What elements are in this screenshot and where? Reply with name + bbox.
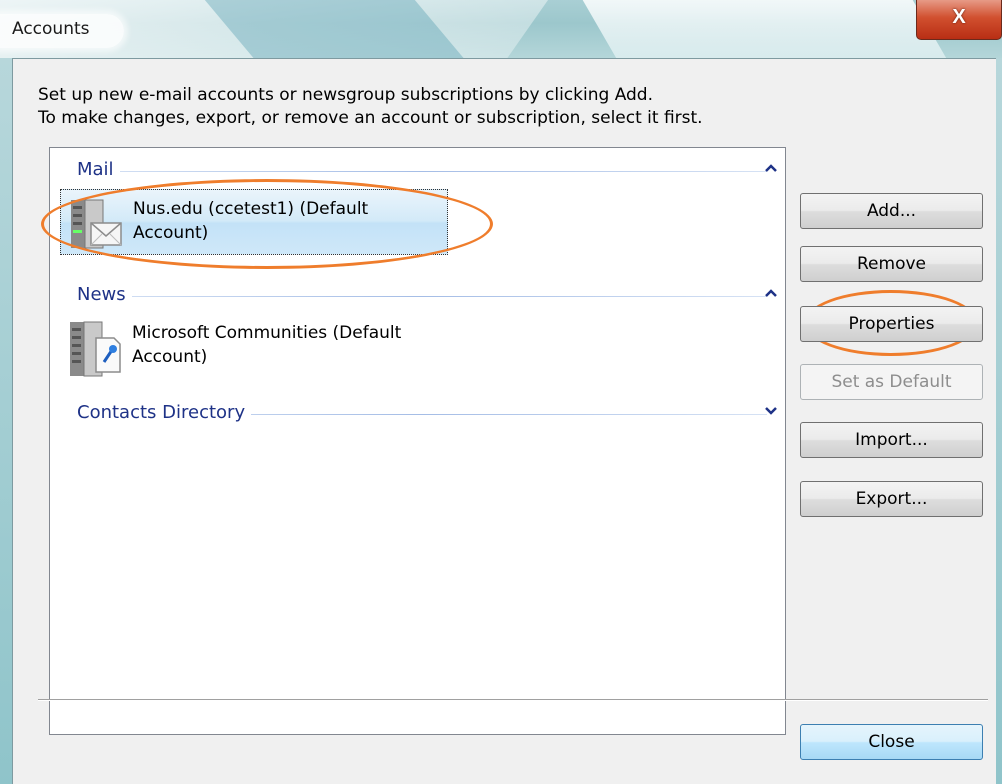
instruction-line-2: To make changes, export, or remove an ac… [38,108,703,128]
account-label-news: Microsoft Communities (Default Account) [132,323,402,367]
accounts-list[interactable]: Mail Nus.edu (ccetest1) (Default Account… [49,147,786,735]
mail-server-icon [65,196,125,254]
set-default-button[interactable]: Set as Default [800,364,983,400]
close-icon: X [952,6,966,28]
group-divider [77,296,767,297]
group-divider [77,171,767,172]
properties-button[interactable]: Properties [800,306,983,342]
remove-button[interactable]: Remove [800,246,983,282]
account-label-mail: Nus.edu (ccetest1) (Default Account) [133,199,369,243]
footer-separator [38,699,988,701]
glass-reflection [576,0,954,58]
close-button[interactable]: Close [800,724,983,760]
add-button[interactable]: Add... [800,193,983,229]
account-item-news[interactable]: Microsoft Communities (Default Account) [60,314,448,380]
window-title: Accounts [12,19,90,39]
dialog-body: Set up new e-mail accounts or newsgroup … [12,58,996,784]
group-header-mail[interactable]: Mail [77,159,777,183]
expand-chevron-icon[interactable] [761,402,781,422]
collapse-chevron-icon[interactable] [761,284,781,304]
window-close-button[interactable]: X [916,0,1002,40]
group-header-contacts[interactable]: Contacts Directory [77,402,777,426]
collapse-chevron-icon[interactable] [761,159,781,179]
news-server-icon [64,320,124,378]
group-label-mail: Mail [77,159,120,180]
account-item-mail[interactable]: Nus.edu (ccetest1) (Default Account) [60,189,448,255]
window-frame-left [0,58,12,784]
title-bar[interactable]: Accounts X [0,0,1002,58]
instruction-line-1: Set up new e-mail accounts or newsgroup … [38,85,654,105]
window-frame-right [996,58,1002,784]
export-button[interactable]: Export... [800,481,983,517]
group-label-news: News [77,284,132,305]
group-header-news[interactable]: News [77,284,777,308]
group-label-contacts: Contacts Directory [77,402,252,423]
import-button[interactable]: Import... [800,422,983,458]
